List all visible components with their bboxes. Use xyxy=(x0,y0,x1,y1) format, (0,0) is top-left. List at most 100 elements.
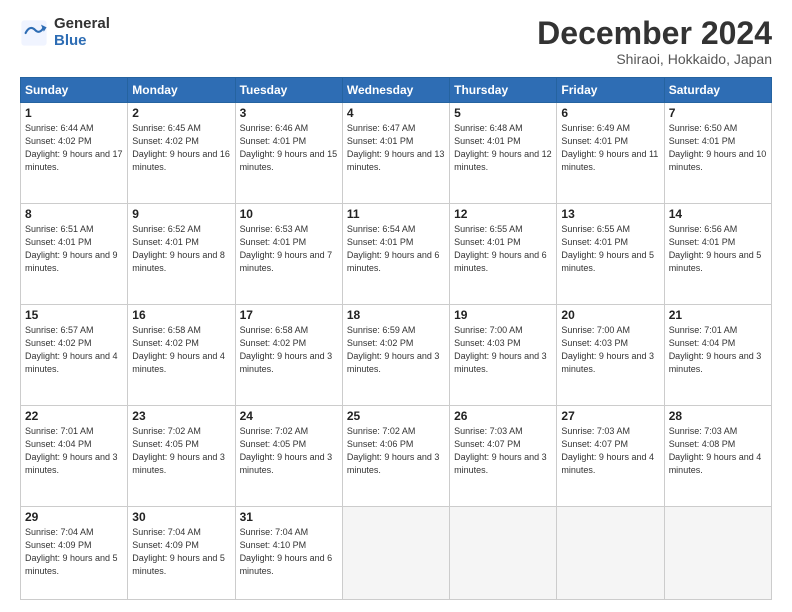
calendar-day-cell: 8 Sunrise: 6:51 AMSunset: 4:01 PMDaylight… xyxy=(21,204,128,305)
calendar-day-cell: 25 Sunrise: 7:02 AMSunset: 4:06 PMDayligh… xyxy=(342,406,449,507)
day-number: 16 xyxy=(132,308,230,322)
day-info: Sunrise: 6:57 AMSunset: 4:02 PMDaylight:… xyxy=(25,325,118,374)
calendar-day-cell: 5Sunrise: 6:48 AMSunset: 4:01 PMDaylight… xyxy=(450,103,557,204)
calendar-day-cell: 12 Sunrise: 6:55 AMSunset: 4:01 PMDayligh… xyxy=(450,204,557,305)
day-info: Sunrise: 7:04 AMSunset: 4:10 PMDaylight:… xyxy=(240,527,333,576)
day-number: 20 xyxy=(561,308,659,322)
day-info: Sunrise: 7:03 AMSunset: 4:08 PMDaylight:… xyxy=(669,426,762,475)
day-number: 25 xyxy=(347,409,445,423)
day-number: 2 xyxy=(132,106,230,120)
day-number: 12 xyxy=(454,207,552,221)
calendar-day-cell: 19 Sunrise: 7:00 AMSunset: 4:03 PMDayligh… xyxy=(450,305,557,406)
calendar-day-cell: 23 Sunrise: 7:02 AMSunset: 4:05 PMDayligh… xyxy=(128,406,235,507)
day-info: Sunrise: 6:44 AMSunset: 4:02 PMDaylight:… xyxy=(25,123,123,172)
calendar-week-row: 1 Sunrise: 6:44 AMSunset: 4:02 PMDaylight… xyxy=(21,103,772,204)
header: General Blue December 2024 Shiraoi, Hokk… xyxy=(20,16,772,67)
day-info: Sunrise: 7:03 AMSunset: 4:07 PMDaylight:… xyxy=(561,426,654,475)
day-info: Sunrise: 7:02 AMSunset: 4:05 PMDaylight:… xyxy=(240,426,333,475)
day-number: 24 xyxy=(240,409,338,423)
day-number: 27 xyxy=(561,409,659,423)
weekday-header-row: SundayMondayTuesdayWednesdayThursdayFrid… xyxy=(21,78,772,103)
calendar-day-cell: 13 Sunrise: 6:55 AMSunset: 4:01 PMDayligh… xyxy=(557,204,664,305)
day-info: Sunrise: 6:46 AMSunset: 4:01 PMDaylight:… xyxy=(240,123,338,172)
day-info: Sunrise: 7:01 AMSunset: 4:04 PMDaylight:… xyxy=(669,325,762,374)
day-number: 15 xyxy=(25,308,123,322)
calendar-week-row: 22Sunrise: 7:01 AMSunset: 4:04 PMDayligh… xyxy=(21,406,772,507)
calendar-day-cell xyxy=(450,507,557,600)
calendar-day-cell: 24 Sunrise: 7:02 AMSunset: 4:05 PMDayligh… xyxy=(235,406,342,507)
calendar-day-cell: 26Sunrise: 7:03 AMSunset: 4:07 PMDayligh… xyxy=(450,406,557,507)
day-number: 4 xyxy=(347,106,445,120)
calendar-week-row: 29 Sunrise: 7:04 AMSunset: 4:09 PMDayligh… xyxy=(21,507,772,600)
day-number: 1 xyxy=(25,106,123,120)
day-info: Sunrise: 7:00 AMSunset: 4:03 PMDaylight:… xyxy=(454,325,547,374)
calendar-day-cell: 15 Sunrise: 6:57 AMSunset: 4:02 PMDayligh… xyxy=(21,305,128,406)
calendar-day-cell: 18Sunrise: 6:59 AMSunset: 4:02 PMDayligh… xyxy=(342,305,449,406)
day-number: 17 xyxy=(240,308,338,322)
day-number: 19 xyxy=(454,308,552,322)
weekday-header-tuesday: Tuesday xyxy=(235,78,342,103)
calendar-day-cell: 29 Sunrise: 7:04 AMSunset: 4:09 PMDayligh… xyxy=(21,507,128,600)
calendar-day-cell: 28 Sunrise: 7:03 AMSunset: 4:08 PMDayligh… xyxy=(664,406,771,507)
day-info: Sunrise: 7:04 AMSunset: 4:09 PMDaylight:… xyxy=(25,527,118,576)
weekday-header-thursday: Thursday xyxy=(450,78,557,103)
page: General Blue December 2024 Shiraoi, Hokk… xyxy=(0,0,792,612)
calendar-day-cell: 10 Sunrise: 6:53 AMSunset: 4:01 PMDayligh… xyxy=(235,204,342,305)
calendar-day-cell: 21 Sunrise: 7:01 AMSunset: 4:04 PMDayligh… xyxy=(664,305,771,406)
calendar-day-cell: 17 Sunrise: 6:58 AMSunset: 4:02 PMDayligh… xyxy=(235,305,342,406)
day-info: Sunrise: 6:55 AMSunset: 4:01 PMDaylight:… xyxy=(454,224,547,273)
day-number: 21 xyxy=(669,308,767,322)
calendar-day-cell: 11 Sunrise: 6:54 AMSunset: 4:01 PMDayligh… xyxy=(342,204,449,305)
weekday-header-friday: Friday xyxy=(557,78,664,103)
calendar-day-cell: 30 Sunrise: 7:04 AMSunset: 4:09 PMDayligh… xyxy=(128,507,235,600)
calendar-day-cell: 31 Sunrise: 7:04 AMSunset: 4:10 PMDayligh… xyxy=(235,507,342,600)
calendar-day-cell: 3 Sunrise: 6:46 AMSunset: 4:01 PMDaylight… xyxy=(235,103,342,204)
day-number: 8 xyxy=(25,207,123,221)
day-number: 23 xyxy=(132,409,230,423)
day-info: Sunrise: 6:55 AMSunset: 4:01 PMDaylight:… xyxy=(561,224,654,273)
day-number: 11 xyxy=(347,207,445,221)
day-number: 10 xyxy=(240,207,338,221)
day-info: Sunrise: 7:01 AMSunset: 4:04 PMDaylight:… xyxy=(25,426,118,475)
weekday-header-saturday: Saturday xyxy=(664,78,771,103)
day-info: Sunrise: 6:52 AMSunset: 4:01 PMDaylight:… xyxy=(132,224,225,273)
calendar-day-cell: 4Sunrise: 6:47 AMSunset: 4:01 PMDaylight… xyxy=(342,103,449,204)
day-info: Sunrise: 7:04 AMSunset: 4:09 PMDaylight:… xyxy=(132,527,225,576)
day-info: Sunrise: 6:51 AMSunset: 4:01 PMDaylight:… xyxy=(25,224,118,273)
day-number: 31 xyxy=(240,510,338,524)
calendar-day-cell: 20 Sunrise: 7:00 AMSunset: 4:03 PMDayligh… xyxy=(557,305,664,406)
day-number: 6 xyxy=(561,106,659,120)
day-number: 18 xyxy=(347,308,445,322)
day-number: 3 xyxy=(240,106,338,120)
day-number: 9 xyxy=(132,207,230,221)
calendar-day-cell: 6Sunrise: 6:49 AMSunset: 4:01 PMDaylight… xyxy=(557,103,664,204)
day-number: 30 xyxy=(132,510,230,524)
logo-icon xyxy=(20,19,48,47)
calendar-week-row: 8 Sunrise: 6:51 AMSunset: 4:01 PMDaylight… xyxy=(21,204,772,305)
day-info: Sunrise: 6:54 AMSunset: 4:01 PMDaylight:… xyxy=(347,224,440,273)
day-info: Sunrise: 6:58 AMSunset: 4:02 PMDaylight:… xyxy=(132,325,225,374)
logo: General Blue xyxy=(20,16,110,49)
month-title: December 2024 xyxy=(537,16,772,51)
location-subtitle: Shiraoi, Hokkaido, Japan xyxy=(537,51,772,67)
calendar-table: SundayMondayTuesdayWednesdayThursdayFrid… xyxy=(20,77,772,600)
calendar-week-row: 15 Sunrise: 6:57 AMSunset: 4:02 PMDayligh… xyxy=(21,305,772,406)
logo-blue-text: Blue xyxy=(54,33,110,50)
day-info: Sunrise: 7:00 AMSunset: 4:03 PMDaylight:… xyxy=(561,325,654,374)
calendar-day-cell: 9 Sunrise: 6:52 AMSunset: 4:01 PMDaylight… xyxy=(128,204,235,305)
day-info: Sunrise: 7:02 AMSunset: 4:05 PMDaylight:… xyxy=(132,426,225,475)
day-number: 13 xyxy=(561,207,659,221)
calendar-day-cell: 7Sunrise: 6:50 AMSunset: 4:01 PMDaylight… xyxy=(664,103,771,204)
day-number: 14 xyxy=(669,207,767,221)
weekday-header-wednesday: Wednesday xyxy=(342,78,449,103)
day-number: 28 xyxy=(669,409,767,423)
calendar-day-cell: 22Sunrise: 7:01 AMSunset: 4:04 PMDayligh… xyxy=(21,406,128,507)
logo-text: General Blue xyxy=(54,16,110,49)
day-number: 5 xyxy=(454,106,552,120)
day-number: 29 xyxy=(25,510,123,524)
day-info: Sunrise: 6:53 AMSunset: 4:01 PMDaylight:… xyxy=(240,224,333,273)
calendar-day-cell: 16 Sunrise: 6:58 AMSunset: 4:02 PMDayligh… xyxy=(128,305,235,406)
calendar-day-cell: 1 Sunrise: 6:44 AMSunset: 4:02 PMDaylight… xyxy=(21,103,128,204)
day-info: Sunrise: 6:58 AMSunset: 4:02 PMDaylight:… xyxy=(240,325,333,374)
day-info: Sunrise: 7:02 AMSunset: 4:06 PMDaylight:… xyxy=(347,426,440,475)
